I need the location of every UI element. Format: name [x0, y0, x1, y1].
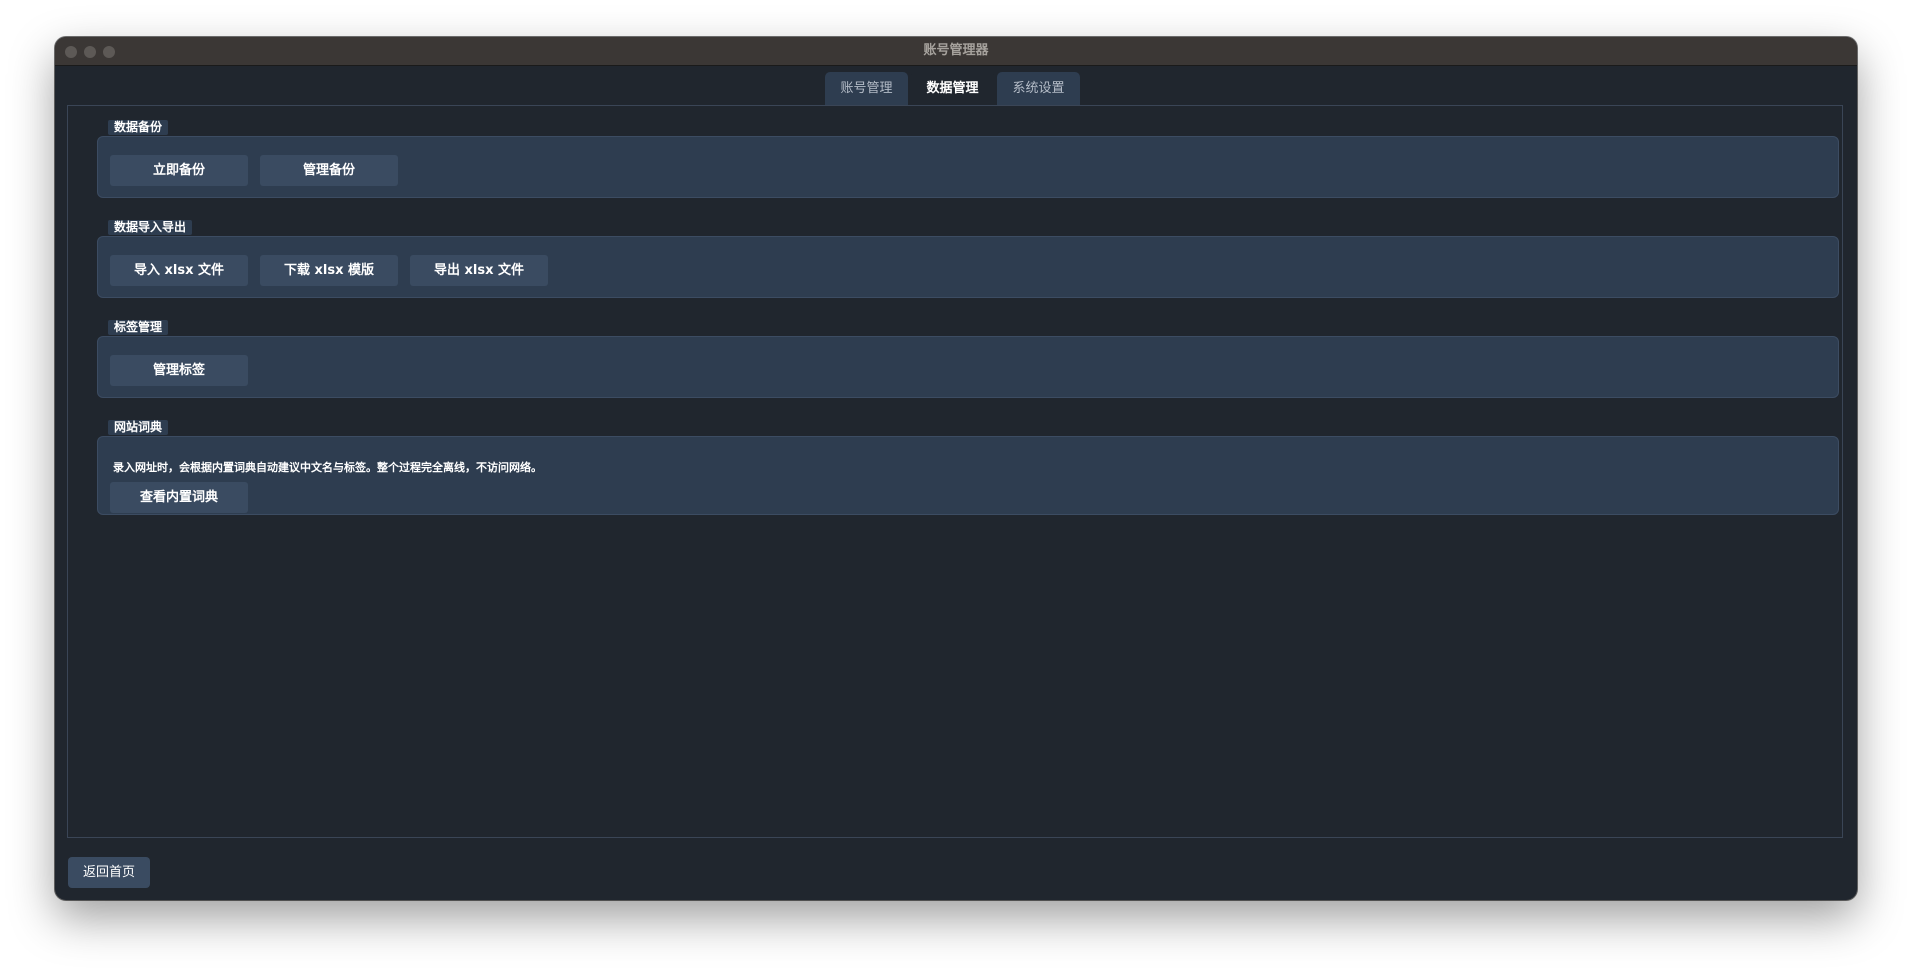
download-xlsx-template-button[interactable]: 下载 xlsx 模版: [260, 255, 398, 286]
manage-backups-button[interactable]: 管理备份: [260, 155, 398, 186]
import-export-group: 导入 xlsx 文件 下载 xlsx 模版 导出 xlsx 文件: [97, 236, 1839, 298]
tab-account-management[interactable]: 账号管理: [825, 72, 908, 105]
tab-content-pane: 立即备份 管理备份 数据备份 导入 xlsx 文件 下载 xlsx 模版 导出 …: [67, 105, 1843, 838]
tab-system-settings[interactable]: 系统设置: [997, 72, 1080, 105]
app-window: 账号管理器 账号管理 数据管理 系统设置 立即备份 管理备份 数据备份 导入 x…: [55, 37, 1857, 900]
dictionary-group-title: 网站词典: [108, 420, 169, 435]
back-to-home-button[interactable]: 返回首页: [68, 857, 150, 888]
tags-group: 管理标签: [97, 336, 1839, 398]
title-bar[interactable]: 账号管理器: [55, 37, 1857, 66]
tab-data-management[interactable]: 数据管理: [911, 72, 994, 105]
dictionary-description: 录入网址时，会根据内置词典自动建议中文名与标签。整个过程完全离线，不访问网络。: [113, 461, 542, 474]
window-title: 账号管理器: [923, 43, 989, 58]
import-export-group-title: 数据导入导出: [108, 220, 193, 235]
import-xlsx-button[interactable]: 导入 xlsx 文件: [110, 255, 248, 286]
dictionary-group: 录入网址时，会根据内置词典自动建议中文名与标签。整个过程完全离线，不访问网络。 …: [97, 436, 1839, 515]
backup-group: 立即备份 管理备份: [97, 136, 1839, 198]
tags-group-title: 标签管理: [108, 320, 169, 335]
backup-group-title: 数据备份: [108, 120, 169, 135]
manage-tags-button[interactable]: 管理标签: [110, 355, 248, 386]
view-builtin-dictionary-button[interactable]: 查看内置词典: [110, 482, 248, 513]
backup-now-button[interactable]: 立即备份: [110, 155, 248, 186]
export-xlsx-button[interactable]: 导出 xlsx 文件: [410, 255, 548, 286]
